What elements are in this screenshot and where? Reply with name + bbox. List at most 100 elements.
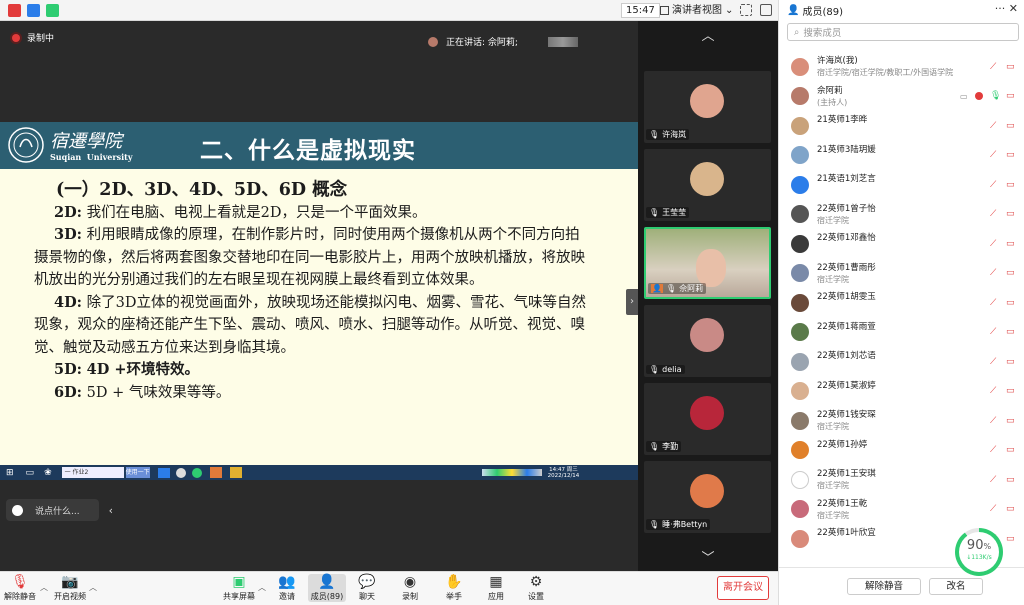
camera-off-icon[interactable]: ▭ bbox=[1006, 239, 1015, 249]
mic-muted-icon[interactable]: ⟋ bbox=[990, 268, 996, 278]
video-tile[interactable]: 🎙 许海岚 bbox=[644, 71, 771, 143]
member-row[interactable]: 22英师1蒋雨萱 ⟋ ▭ bbox=[779, 318, 1024, 348]
video-tile-active-speaker[interactable]: 👤 🎙 佘阿莉 bbox=[644, 227, 771, 299]
unmute-all-button[interactable]: 解除静音 bbox=[847, 578, 921, 595]
member-row[interactable]: 21英语1刘芝言 ⟋ ▭ bbox=[779, 170, 1024, 200]
member-row[interactable]: 22英师1胡雯玉 ⟋ ▭ bbox=[779, 288, 1024, 318]
taskbar-tray-icons bbox=[481, 469, 542, 476]
mic-muted-icon[interactable]: ⟋ bbox=[990, 209, 996, 219]
speaker-thumbnails bbox=[547, 36, 578, 47]
task-view-icon: ▭ bbox=[25, 467, 35, 478]
raise-hand-button[interactable]: ✋ 举手 bbox=[434, 574, 474, 602]
camera-off-icon[interactable]: ▭ bbox=[1006, 121, 1015, 131]
share-options-chevron-icon[interactable]: ︿ bbox=[258, 582, 266, 593]
video-tile[interactable]: 🎙 睡·弗Bettyn bbox=[644, 461, 771, 533]
mic-muted-icon[interactable]: ⟋ bbox=[990, 121, 996, 131]
meeting-toolbar: 🎙 解除静音 ︿ 📷 开启视频 ︿ ▣ 共享屏幕 ︿ 👥 邀请 👤 成员(89) 💬 聊天 … bbox=[0, 571, 778, 605]
member-search-input[interactable]: ⌕ 搜索成员 bbox=[787, 23, 1019, 41]
chevron-down-icon[interactable]: ﹀ bbox=[701, 547, 714, 566]
close-icon[interactable]: ✕ bbox=[1009, 2, 1018, 15]
member-info: 22英师1叶欣宜 bbox=[817, 528, 876, 539]
member-row[interactable]: 22英师1王安琪 宿迁学院 ⟋ ▭ bbox=[779, 465, 1024, 495]
mic-muted-icon[interactable]: ⟋ bbox=[990, 475, 996, 485]
camera-off-icon[interactable]: ▭ bbox=[1006, 357, 1015, 367]
settings-button[interactable]: ⚙ 设置 bbox=[516, 574, 556, 602]
encryption-shield-icon[interactable] bbox=[27, 4, 40, 17]
mic-muted-icon[interactable]: ⟋ bbox=[990, 504, 996, 514]
member-row[interactable]: 22英师1曾子怡 宿迁学院 ⟋ ▭ bbox=[779, 200, 1024, 230]
camera-off-icon[interactable]: ▭ bbox=[1006, 475, 1015, 485]
member-row[interactable]: 许海岚(我) 宿迁学院/宿迁学院/教职工/外国语学院 ⟋ ▭ bbox=[779, 52, 1024, 82]
member-row[interactable]: 佘阿莉 (主持人) ▭ 🎙 ▭ bbox=[779, 82, 1024, 112]
network-quality-gauge[interactable]: 90% ↓113K/s bbox=[955, 528, 1003, 576]
video-tile[interactable]: 🎙 李勤 bbox=[644, 383, 771, 455]
record-button[interactable]: ◉ 录制 bbox=[390, 574, 430, 602]
mic-muted-icon[interactable]: ⟋ bbox=[990, 239, 996, 249]
camera-off-icon[interactable]: ▭ bbox=[1006, 534, 1015, 544]
mic-icon[interactable]: 🎙 bbox=[990, 91, 1001, 101]
mic-muted-icon: 🎙 bbox=[649, 208, 660, 217]
mic-muted-icon[interactable]: ⟋ bbox=[990, 180, 996, 190]
member-row[interactable]: 22英师1邓鑫怡 ⟋ ▭ bbox=[779, 229, 1024, 259]
camera-off-icon[interactable]: ▭ bbox=[1006, 327, 1015, 337]
more-icon[interactable]: ··· bbox=[995, 2, 1006, 15]
camera-off-icon[interactable]: ▭ bbox=[1006, 180, 1015, 190]
signal-bars-icon[interactable] bbox=[46, 4, 59, 17]
mic-muted-icon[interactable]: ⟋ bbox=[990, 150, 996, 160]
chevron-up-icon[interactable]: ︿ bbox=[701, 25, 714, 44]
gallery-collapse-button[interactable]: › bbox=[626, 289, 638, 315]
invite-button[interactable]: 👥 邀请 bbox=[267, 574, 307, 602]
member-name: 22英师1曾子怡 bbox=[817, 203, 876, 214]
rename-button[interactable]: 改名 bbox=[929, 578, 983, 595]
fullscreen-icon[interactable] bbox=[740, 4, 752, 16]
camera-off-icon[interactable]: ▭ bbox=[1006, 209, 1015, 219]
unmute-label: 解除静音 bbox=[4, 592, 36, 601]
member-row[interactable]: 22英师1曹雨彤 宿迁学院 ⟋ ▭ bbox=[779, 259, 1024, 289]
audio-options-chevron-icon[interactable]: ︿ bbox=[40, 582, 48, 593]
recording-indicator[interactable]: 录制中 bbox=[12, 31, 54, 44]
member-row[interactable]: 21英师1李晔 ⟋ ▭ bbox=[779, 111, 1024, 141]
video-tile[interactable]: 🎙 王莹莹 bbox=[644, 149, 771, 221]
unmute-button[interactable]: 🎙 解除静音 bbox=[0, 574, 40, 602]
member-row[interactable]: 22英师1钱安琛 宿迁学院 ⟋ ▭ bbox=[779, 406, 1024, 436]
emoji-icon[interactable] bbox=[12, 504, 23, 516]
share-screen-button[interactable]: ▣ 共享屏幕 bbox=[219, 574, 259, 602]
video-options-chevron-icon[interactable]: ︿ bbox=[89, 582, 97, 593]
chevron-left-icon[interactable]: ‹ bbox=[109, 504, 113, 517]
speaking-indicator: 正在讲话: 佘阿莉; bbox=[428, 35, 578, 48]
camera-off-icon[interactable]: ▭ bbox=[1006, 445, 1015, 455]
camera-off-icon[interactable]: ▭ bbox=[1006, 150, 1015, 160]
member-row[interactable]: 22英师1刘芯语 ⟋ ▭ bbox=[779, 347, 1024, 377]
sidebar-toggle-icon[interactable] bbox=[760, 4, 772, 16]
mic-muted-icon[interactable]: ⟋ bbox=[990, 416, 996, 426]
member-row[interactable]: 22英师1王乾 宿迁学院 ⟋ ▭ bbox=[779, 495, 1024, 525]
camera-off-icon[interactable]: ▭ bbox=[1006, 298, 1015, 308]
mic-muted-icon[interactable]: ⟋ bbox=[990, 327, 996, 337]
mic-muted-icon[interactable]: ⟋ bbox=[990, 386, 996, 396]
mic-muted-icon[interactable]: ⟋ bbox=[990, 357, 996, 367]
camera-off-icon[interactable]: ▭ bbox=[1006, 504, 1015, 514]
members-button[interactable]: 👤 成员(89) bbox=[308, 574, 346, 602]
chat-button[interactable]: 💬 聊天 bbox=[347, 574, 387, 602]
mic-muted-icon[interactable]: ⟋ bbox=[990, 445, 996, 455]
apps-button[interactable]: ▦ 应用 bbox=[476, 574, 516, 602]
member-row[interactable]: 21英师3陆玥媛 ⟋ ▭ bbox=[779, 141, 1024, 171]
member-info: 佘阿莉 (主持人) bbox=[817, 86, 847, 108]
member-row[interactable]: 22英师1孙婷 ⟋ ▭ bbox=[779, 436, 1024, 466]
mic-muted-icon[interactable]: ⟋ bbox=[990, 298, 996, 308]
camera-off-icon[interactable]: ▭ bbox=[1006, 62, 1015, 72]
video-tile[interactable]: 🎙 delia bbox=[644, 305, 771, 377]
mic-muted-icon[interactable]: ⟋ bbox=[990, 62, 996, 72]
start-video-button[interactable]: 📷 开启视频 bbox=[50, 574, 90, 602]
leave-meeting-button[interactable]: 离开会议 bbox=[717, 576, 769, 600]
camera-off-icon[interactable]: ▭ bbox=[1006, 386, 1015, 396]
chat-quick-input[interactable]: 说点什么... ‹ bbox=[6, 499, 113, 521]
member-name: 22英师1孙婷 bbox=[817, 439, 868, 450]
member-row[interactable]: 22英师1莫淑婷 ⟋ ▭ bbox=[779, 377, 1024, 407]
security-shield-icon[interactable] bbox=[8, 4, 21, 17]
view-switch-button[interactable]: 演讲者视图 ⌄ bbox=[660, 3, 733, 18]
camera-off-icon[interactable]: ▭ bbox=[1006, 268, 1015, 278]
camera-off-icon[interactable]: ▭ bbox=[1006, 416, 1015, 426]
camera-off-icon[interactable]: ▭ bbox=[1006, 91, 1015, 101]
avatar bbox=[791, 146, 809, 165]
